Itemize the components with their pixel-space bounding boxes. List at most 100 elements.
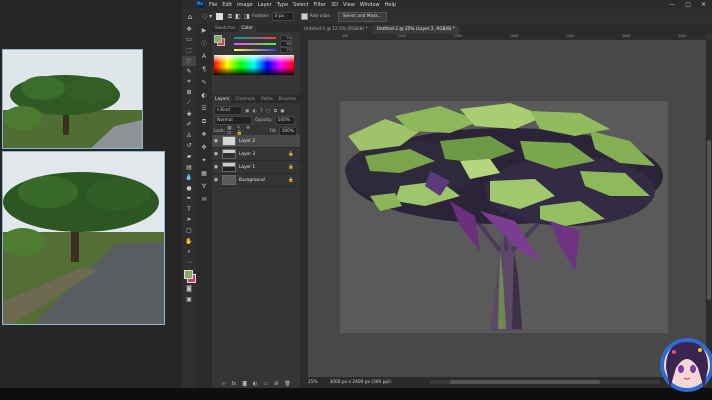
menu-select[interactable]: Select bbox=[293, 2, 308, 8]
scrollbar-thumb[interactable] bbox=[707, 140, 711, 300]
layer-row-layer-2[interactable]: ◉ Layer 2 bbox=[212, 135, 300, 148]
menu-help[interactable]: Help bbox=[385, 2, 396, 8]
glyphs-panel-icon[interactable]: Ɐ bbox=[196, 180, 212, 193]
doc-tab-untitled-2[interactable]: Untitled-2 @ 25% (Layer 2, RGB/8) * bbox=[372, 25, 459, 34]
filter-icons[interactable]: ▣ ◐ T ▢ ⧉ ● bbox=[245, 108, 285, 114]
character-panel-icon[interactable]: A bbox=[196, 50, 212, 63]
menu-type[interactable]: Type bbox=[277, 2, 288, 8]
color-spectrum[interactable] bbox=[214, 55, 294, 75]
zoom-icon[interactable]: ⌕ bbox=[182, 246, 196, 257]
lasso-tool-preset-icon[interactable]: ◌ ▾ bbox=[198, 13, 216, 20]
intersect-selection-icon[interactable]: ◨ bbox=[242, 13, 252, 20]
move-icon[interactable]: ✥ bbox=[182, 24, 196, 35]
eyedropper-icon[interactable]: ⟋ bbox=[182, 98, 196, 109]
crop-icon[interactable]: ⌗ bbox=[182, 77, 196, 88]
antialias-checkbox[interactable] bbox=[300, 13, 308, 20]
layer-name[interactable]: Layer 3 bbox=[239, 152, 288, 157]
blur-icon[interactable]: 💧 bbox=[182, 172, 196, 183]
fx-icon[interactable]: ƒx bbox=[231, 381, 236, 388]
heal-icon[interactable]: ✚ bbox=[182, 109, 196, 120]
color-swatches[interactable] bbox=[182, 268, 196, 284]
eye-icon[interactable]: ◉ bbox=[212, 177, 220, 183]
group-icon[interactable]: ▭ bbox=[263, 381, 268, 388]
quick-select-icon[interactable]: ✎ bbox=[182, 66, 196, 77]
stamp-icon[interactable]: ♙ bbox=[182, 130, 196, 141]
menu-file[interactable]: File bbox=[209, 2, 217, 8]
new-layer-icon[interactable]: ⊞ bbox=[274, 381, 278, 388]
layer-filter-select[interactable]: ⌕ Kind bbox=[214, 106, 242, 115]
menu-image[interactable]: Image bbox=[237, 2, 253, 8]
select-and-mask-button[interactable]: Select and Mask... bbox=[337, 11, 387, 22]
brush-settings-icon[interactable]: ✎ bbox=[196, 76, 212, 89]
clone-source-icon[interactable]: ⧉ bbox=[196, 115, 212, 128]
eraser-icon[interactable]: ▰ bbox=[182, 151, 196, 162]
menu-view[interactable]: View bbox=[343, 2, 355, 8]
opacity-input[interactable]: 100% bbox=[274, 116, 295, 125]
history-brush-icon[interactable]: ↺ bbox=[182, 141, 196, 152]
tab-layers[interactable]: Layers bbox=[212, 96, 233, 103]
add-selection-icon[interactable]: ⧉ bbox=[226, 13, 234, 21]
blend-mode-select[interactable]: Normal bbox=[214, 116, 252, 125]
artboard-icon[interactable]: ▭ bbox=[182, 35, 196, 46]
tab-color[interactable]: Color bbox=[238, 25, 256, 32]
adjustment-layer-icon[interactable]: ◐ bbox=[253, 381, 257, 388]
adjustments-panel-icon[interactable]: ◐ bbox=[196, 89, 212, 102]
hand-icon[interactable]: ✋ bbox=[182, 236, 196, 247]
gradient-icon[interactable]: ▤ bbox=[182, 162, 196, 173]
trash-icon[interactable]: 🗑 bbox=[284, 381, 290, 388]
properties-panel-icon[interactable]: ☰ bbox=[196, 102, 212, 115]
document-canvas[interactable] bbox=[340, 101, 668, 333]
tab-paths[interactable]: Paths bbox=[258, 96, 276, 103]
layer-name[interactable]: Layer 1 bbox=[239, 165, 288, 170]
minimize-icon[interactable]: — bbox=[669, 1, 675, 8]
brush-icon[interactable]: ✐ bbox=[182, 119, 196, 130]
type-icon[interactable]: T bbox=[182, 204, 196, 215]
blue-value[interactable]: 71 bbox=[280, 47, 292, 53]
libraries-panel-icon[interactable]: ❖ bbox=[196, 128, 212, 141]
eye-icon[interactable]: ◉ bbox=[212, 164, 220, 170]
frame-icon[interactable]: ⊠ bbox=[182, 88, 196, 99]
close-icon[interactable]: ✕ bbox=[701, 1, 706, 8]
mask-icon[interactable]: ◙ bbox=[242, 381, 247, 388]
eye-icon[interactable]: ◉ bbox=[212, 151, 220, 157]
quick-mask-icon[interactable]: ◙ bbox=[182, 284, 196, 295]
subtract-selection-icon[interactable]: ◧ bbox=[234, 13, 242, 20]
layer-row-layer-3[interactable]: ◉ Layer 3 🔒 bbox=[212, 148, 300, 161]
horizontal-scrollbar[interactable] bbox=[430, 380, 660, 384]
more-icon[interactable]: ⋯ bbox=[182, 257, 196, 268]
actions-panel-icon[interactable]: ✦ bbox=[196, 154, 212, 167]
tab-brushes[interactable]: Brushes bbox=[276, 96, 299, 103]
hscroll-thumb[interactable] bbox=[450, 380, 600, 384]
menu-filter[interactable]: Filter bbox=[314, 2, 326, 8]
styles-panel-icon[interactable]: ▦ bbox=[196, 167, 212, 180]
link-layers-icon[interactable]: ∞ bbox=[221, 381, 225, 388]
color-fg-swatch[interactable] bbox=[214, 35, 222, 43]
doc-tab-untitled-1[interactable]: Untitled-1 @ 12.5% (RGB/8) * bbox=[300, 25, 372, 34]
paths-panel-icon[interactable]: ✤ bbox=[196, 141, 212, 154]
menu-window[interactable]: Window bbox=[360, 2, 380, 8]
tab-channels[interactable]: Channels bbox=[232, 96, 258, 103]
menu-3d[interactable]: 3D bbox=[331, 2, 338, 8]
blue-slider[interactable]: 71 bbox=[234, 47, 300, 53]
layer-row-layer-1[interactable]: ◉ Layer 1 🔒 bbox=[212, 161, 300, 174]
history-panel-icon[interactable]: ▶ bbox=[196, 24, 212, 37]
new-selection-icon[interactable] bbox=[216, 13, 223, 20]
layer-row-background[interactable]: ◉ Background 🔒 bbox=[212, 174, 300, 187]
eye-icon[interactable]: ◉ bbox=[212, 138, 220, 144]
info-panel-icon[interactable]: ⓘ bbox=[196, 37, 212, 50]
marquee-icon[interactable]: ⬚ bbox=[182, 45, 196, 56]
menu-edit[interactable]: Edit bbox=[222, 2, 232, 8]
notes-panel-icon[interactable]: ✉ bbox=[196, 193, 212, 206]
zoom-level[interactable]: 25% bbox=[308, 380, 318, 385]
canvas-workspace[interactable] bbox=[308, 40, 706, 377]
paragraph-panel-icon[interactable]: ¶ bbox=[196, 63, 212, 76]
shape-icon[interactable]: ▢ bbox=[182, 225, 196, 236]
layer-name[interactable]: Background bbox=[239, 178, 288, 183]
path-select-icon[interactable]: ➤ bbox=[182, 215, 196, 226]
lasso-icon[interactable]: ➰ bbox=[182, 55, 196, 67]
screen-mode-icon[interactable]: ▣ bbox=[182, 294, 196, 305]
feather-input[interactable]: 0 px bbox=[271, 12, 294, 21]
dodge-icon[interactable]: ● bbox=[182, 183, 196, 194]
layer-name[interactable]: Layer 2 bbox=[239, 139, 300, 144]
vertical-scrollbar[interactable] bbox=[706, 40, 712, 377]
